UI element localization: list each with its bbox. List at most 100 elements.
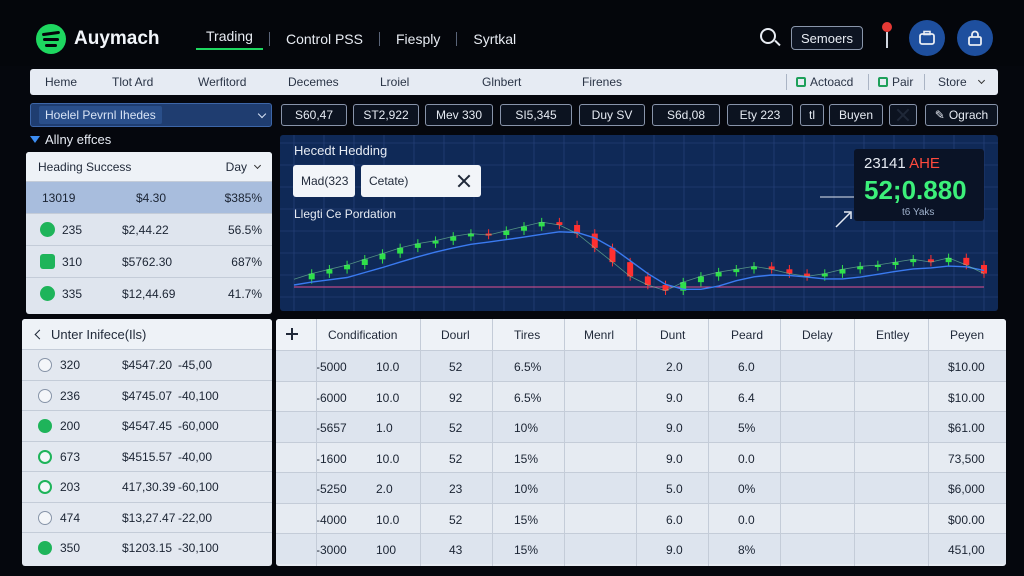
item-value: $13,27.47 <box>122 510 176 525</box>
list-item[interactable]: 235 $2,44.22 56.5% <box>26 213 272 245</box>
account-tab[interactable]: Actoacd <box>796 75 853 89</box>
column-divider <box>420 319 421 566</box>
search-icon[interactable] <box>760 28 776 44</box>
row-amount: $4.30 <box>136 190 167 205</box>
interface-list-header[interactable]: Unter Inifece(Ils) <box>22 319 272 349</box>
tab-werfitord[interactable]: Werfitord <box>198 75 246 89</box>
tab-glnbert[interactable]: Glnbert <box>482 75 521 89</box>
col-peard[interactable]: Peard <box>731 328 763 342</box>
col-entley[interactable]: Entley <box>876 328 909 342</box>
filter-pill[interactable]: SI5,345 <box>500 104 572 126</box>
col-dunt[interactable]: Dunt <box>660 328 685 342</box>
buyer-button[interactable]: Buyen <box>829 104 883 126</box>
list-item[interactable]: 673 $4515.57 -40,00 <box>22 440 272 472</box>
arrow-icon <box>835 212 851 228</box>
table-cell: 23 <box>449 482 463 496</box>
list-item[interactable]: 310 $5762.30 687% <box>26 245 272 277</box>
col-menrl[interactable]: Menrl <box>584 328 614 342</box>
tab-home[interactable]: Heme <box>45 75 77 89</box>
filter-pill[interactable]: Mev 330 <box>425 104 493 126</box>
item-change: -22,00 <box>178 510 213 525</box>
filter-pill[interactable]: S60,47 <box>281 104 347 126</box>
item-id: 350 <box>60 541 81 555</box>
table-row[interactable]: -1600 10.0 52 15% 9.0 0.0 73,500 <box>276 441 1006 473</box>
filter-pill[interactable]: S6d,08 <box>652 104 720 126</box>
period-dropdown[interactable]: Day <box>226 160 262 174</box>
status-icon <box>38 449 52 464</box>
filter-pill[interactable]: Ety 223 <box>727 104 793 126</box>
table-cell: 52 <box>449 421 463 435</box>
search-pill-label: Ograch <box>948 108 989 122</box>
tab-tlot[interactable]: Tlot Ard <box>112 75 153 89</box>
check-circle-icon <box>40 222 55 237</box>
col-condification[interactable]: Condification <box>328 328 397 342</box>
interface-list-rows: 320 $4547.20 -45,00 236 $4745.07 -40,100 200 $4… <box>22 349 272 563</box>
pencil-icon: ✎ <box>934 108 945 122</box>
col-dourl[interactable]: Dourl <box>441 328 470 342</box>
col-delay[interactable]: Delay <box>802 328 833 342</box>
pin-icon[interactable] <box>881 22 893 50</box>
table-cell: 73,500 <box>948 451 985 466</box>
nav-syrtkal[interactable]: Syrtkal <box>463 31 526 47</box>
status-icon <box>38 510 52 525</box>
lock-button[interactable] <box>957 20 993 56</box>
sensors-button[interactable]: Semoers <box>791 26 863 50</box>
row-amount: $12,44.69 <box>122 286 176 301</box>
nav-control[interactable]: Control PSS <box>276 31 373 47</box>
table-cell: 43 <box>449 543 463 557</box>
table-cell: 9.0 <box>666 543 683 557</box>
table-row[interactable]: -5250 2.0 23 10% 5.0 0% $6,000 <box>276 472 1006 503</box>
tab-firenes[interactable]: Firenes <box>582 75 622 89</box>
list-item[interactable]: 350 $1203.15 -30,100 <box>22 532 272 563</box>
search-pill[interactable]: ✎ Ograch <box>925 104 998 126</box>
table-row[interactable]: -5000 10.0 52 6.5% 2.0 6.0 $10.00 <box>276 350 1006 381</box>
filter-pill[interactable]: Duy SV <box>579 104 645 126</box>
quote-sub: t6 Yaks <box>902 207 935 218</box>
nav-trading[interactable]: Trading <box>196 28 263 50</box>
list-item[interactable]: 13019 $4.30 $385% <box>26 181 272 213</box>
filter-pill[interactable]: tl <box>800 104 824 126</box>
tab-decemes[interactable]: Decemes <box>288 75 339 89</box>
table-row[interactable]: -6000 10.0 92 6.5% 9.0 6.4 $10.00 <box>276 380 1006 412</box>
left-panel-header[interactable]: Allny effces <box>30 132 111 147</box>
table-row[interactable]: -4000 10.0 52 15% 6.0 0.0 $00.00 <box>276 502 1006 534</box>
col-peyen[interactable]: Peyen <box>950 328 984 342</box>
col-tires[interactable]: Tires <box>514 328 540 342</box>
close-filter-button[interactable] <box>889 104 917 126</box>
pair-tab[interactable]: Pair <box>878 75 913 89</box>
list-item[interactable]: 203 417,30.39 -60,100 <box>22 471 272 502</box>
pair-label: Pair <box>892 75 914 89</box>
table-row[interactable]: -3000 100 43 15% 9.0 8% 451,00 <box>276 533 1006 564</box>
ma-chip[interactable]: Mad(323 <box>293 165 355 197</box>
list-item[interactable]: 200 $4547.45 -60,000 <box>22 410 272 441</box>
table-cell: 9.0 <box>666 390 683 405</box>
list-item[interactable]: 320 $4547.20 -45,00 <box>22 349 272 380</box>
add-row-icon[interactable] <box>286 328 298 340</box>
series-line <box>293 221 985 292</box>
nav-fiesply[interactable]: Fiesply <box>386 31 450 47</box>
close-icon[interactable] <box>457 174 471 188</box>
quote-box: 23141 AHE 52;0.880 t6 Yaks <box>854 149 984 221</box>
list-item[interactable]: 474 $13,27.47 -22,00 <box>22 501 272 533</box>
wallet-icon <box>40 254 55 269</box>
nav-separator <box>456 32 458 46</box>
price-chart-panel[interactable]: Hecedt Hedding Mad(323 Cetate) Llegti Ce… <box>280 135 998 311</box>
interface-list-panel: Unter Inifece(Ils) 320 $4547.20 -45,00 236 $… <box>22 319 272 566</box>
table-cell: $00.00 <box>948 512 985 527</box>
filter-pill[interactable]: ST2,922 <box>353 104 419 126</box>
tab-lroiel[interactable]: Lroiel <box>380 75 409 89</box>
row-amount: $5762.30 <box>122 254 173 269</box>
table-cell: 2.0 <box>376 482 393 496</box>
table-cell: 0.0 <box>738 512 755 527</box>
list-item[interactable]: 335 $12,44.69 41.7% <box>26 277 272 309</box>
table-row[interactable]: -5657 1.0 52 10% 9.0 5% $61.00 <box>276 411 1006 442</box>
table-cell: 92 <box>449 390 463 405</box>
chevron-down-icon <box>977 76 985 85</box>
indicator-chip[interactable]: Cetate) <box>361 165 481 197</box>
table-cell: $61.00 <box>948 421 985 435</box>
list-item[interactable]: 236 $4745.07 -40,100 <box>22 379 272 411</box>
market-select[interactable]: Hoelel Pevrnl Ihedes <box>30 103 272 127</box>
item-change: -45,00 <box>178 358 213 372</box>
store-dropdown[interactable]: Store <box>938 75 985 89</box>
briefcase-button[interactable] <box>909 20 945 56</box>
